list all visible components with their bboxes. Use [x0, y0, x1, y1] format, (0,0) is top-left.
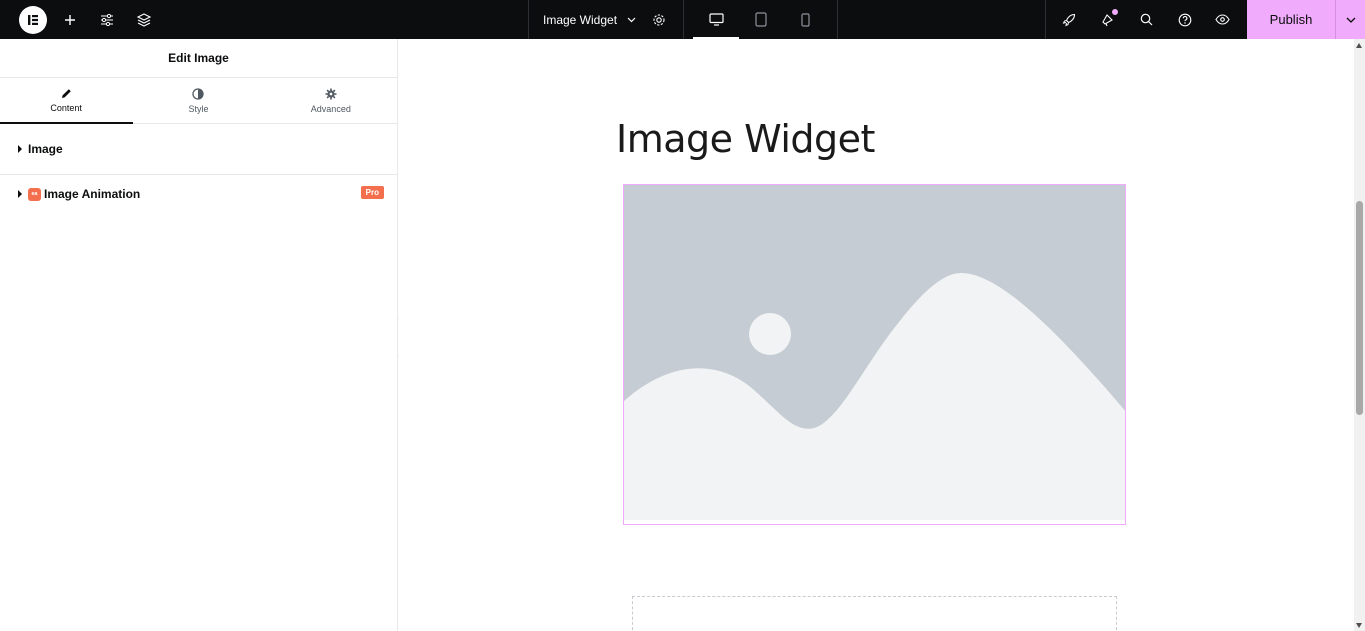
sliders-icon: [101, 13, 113, 26]
image-widget[interactable]: [623, 184, 1126, 525]
whats-new-button[interactable]: [1096, 0, 1120, 39]
tab-label: Style: [188, 103, 209, 114]
half-circle-icon: [192, 87, 205, 100]
page-settings-button[interactable]: [647, 0, 671, 39]
layers-icon: [137, 12, 151, 27]
help-button[interactable]: [1173, 0, 1197, 39]
tab-style[interactable]: Style: [132, 78, 264, 123]
rocket-icon: [1062, 13, 1076, 26]
notification-dot: [1112, 9, 1118, 15]
essential-addons-icon: ᵉᵃ: [28, 187, 41, 201]
search-icon: [1140, 13, 1152, 26]
gear-icon: [325, 88, 337, 99]
image-placeholder-icon: [624, 185, 1125, 524]
publish-options-button[interactable]: [1335, 0, 1365, 39]
caret-right-icon: [18, 190, 22, 198]
editor-panel: Edit Image Content Style Advanced Image …: [0, 39, 398, 631]
mobile-icon: [800, 12, 810, 27]
add-element-button[interactable]: [58, 0, 82, 39]
panel-title: Edit Image: [0, 39, 397, 78]
document-title: Image Widget: [543, 12, 618, 27]
page-heading[interactable]: Image Widget: [616, 117, 875, 161]
gear-icon: [653, 13, 665, 26]
divider: [837, 0, 838, 39]
section-label: Image: [28, 142, 63, 156]
preview-button[interactable]: [1210, 0, 1234, 39]
structure-button[interactable]: [132, 0, 156, 39]
caret-right-icon: [18, 145, 22, 153]
preview-canvas: Image Widget: [399, 39, 1354, 631]
divider: [1045, 0, 1046, 39]
eye-icon: [1214, 14, 1230, 25]
scrollbar-thumb[interactable]: [1356, 201, 1363, 415]
chevron-down-icon: [1346, 17, 1355, 23]
tablet-view-button[interactable]: [748, 0, 774, 39]
empty-section-dropzone[interactable]: [632, 596, 1117, 631]
divider: [683, 0, 684, 39]
launchpad-button[interactable]: [1057, 0, 1081, 39]
scroll-down-arrow-icon[interactable]: [1356, 623, 1362, 628]
site-settings-button[interactable]: [95, 0, 119, 39]
section-label: Image Animation: [44, 187, 141, 201]
top-bar: Image Widget Publish: [0, 0, 1365, 39]
tab-label: Content: [50, 103, 82, 113]
pencil-icon: [61, 89, 71, 98]
mobile-view-button[interactable]: [793, 0, 817, 39]
plus-icon: [65, 14, 75, 25]
panel-tabs: Content Style Advanced: [0, 78, 397, 124]
active-tab-indicator: [0, 122, 133, 124]
elementor-logo-icon[interactable]: [19, 6, 47, 34]
canvas-scrollbar[interactable]: [1354, 39, 1365, 631]
help-icon: [1178, 13, 1192, 26]
tab-label: Advanced: [310, 103, 351, 114]
section-image[interactable]: Image: [0, 124, 397, 175]
tab-advanced[interactable]: Advanced: [265, 78, 397, 123]
section-image-animation[interactable]: ᵉᵃ Image Animation Pro: [0, 175, 397, 213]
publish-button[interactable]: Publish: [1247, 0, 1335, 39]
search-button[interactable]: [1134, 0, 1158, 39]
tablet-icon: [755, 12, 767, 27]
desktop-icon: [708, 13, 724, 26]
desktop-view-button[interactable]: [703, 0, 729, 39]
chevron-down-icon: [627, 17, 636, 22]
pro-badge: Pro: [360, 186, 384, 199]
tab-content[interactable]: Content: [0, 78, 132, 123]
scroll-up-arrow-icon[interactable]: [1356, 43, 1362, 48]
